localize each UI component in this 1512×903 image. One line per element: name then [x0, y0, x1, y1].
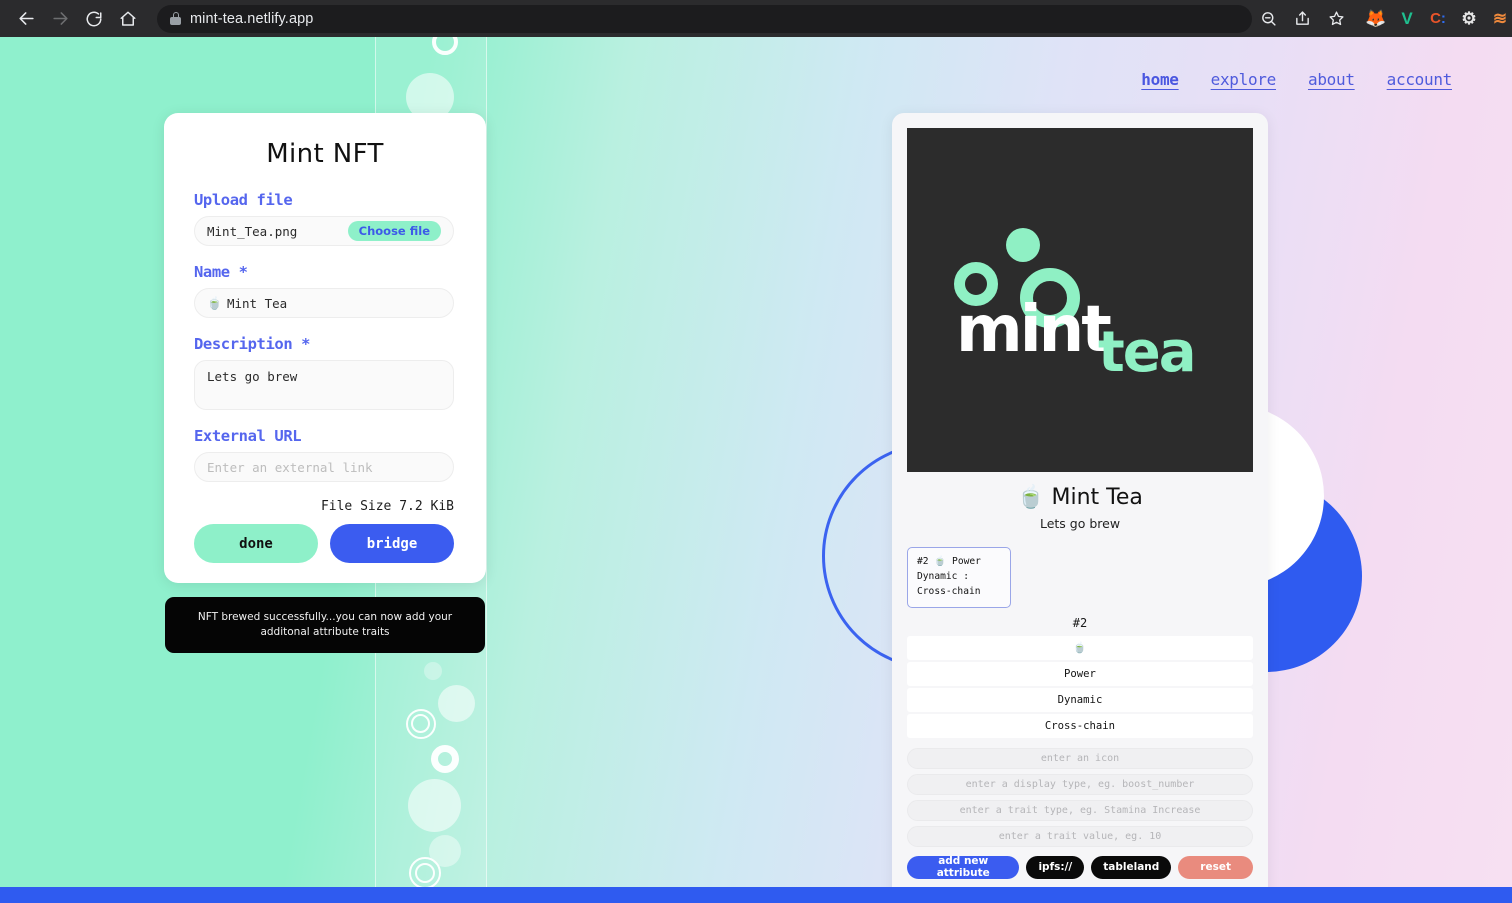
- nft-artwork: mint tea: [907, 128, 1253, 472]
- bubble-ring: [431, 745, 459, 773]
- preview-button-row: add new attribute ipfs:// tableland rese…: [907, 855, 1253, 879]
- extension-icons: 🦊 V C: ⚙ ≋ ⋮: [1362, 5, 1512, 33]
- nav-link-home[interactable]: home: [1141, 70, 1179, 89]
- screenshot-root: mint-tea.netlify.app 🦊 V C: ⚙ ≋ home exp…: [0, 0, 1512, 903]
- nav-link-account[interactable]: account: [1387, 70, 1453, 89]
- name-input[interactable]: 🍵 Mint Tea: [194, 288, 454, 318]
- icon-input[interactable]: enter an icon: [907, 747, 1253, 769]
- attribute-row-trait-value[interactable]: Cross-chain: [907, 713, 1253, 738]
- file-upload-field[interactable]: Mint_Tea.png Choose file: [194, 216, 454, 246]
- attribute-row-trait-type[interactable]: Power: [907, 661, 1253, 686]
- logo-word-tea: tea: [1098, 320, 1197, 385]
- logo-bubble-filled: [1006, 228, 1040, 262]
- c-extension-icon[interactable]: C:: [1424, 5, 1452, 33]
- zoom-out-icon[interactable]: [1252, 4, 1284, 34]
- reload-icon[interactable]: [78, 4, 110, 34]
- form-title: Mint NFT: [266, 139, 384, 169]
- new-attribute-inputs: enter an icon enter a display type, eg. …: [907, 747, 1253, 847]
- nft-description: Lets go brew: [1039, 516, 1121, 531]
- address-bar-url: mint-tea.netlify.app: [190, 10, 314, 27]
- nft-title-text: Mint Tea: [1051, 485, 1143, 510]
- attribute-summary-line-1: #2 🍵 Power: [917, 556, 981, 567]
- attribute-index-label: #2: [1072, 615, 1088, 630]
- tea-emoji-icon: 🍵: [207, 296, 222, 310]
- file-size-text: File Size 7.2 KiB: [320, 499, 454, 514]
- name-input-value: Mint Tea: [226, 295, 288, 311]
- done-button[interactable]: done: [194, 524, 318, 563]
- lock-icon: [170, 12, 181, 25]
- home-icon[interactable]: [112, 4, 144, 34]
- upload-file-label: Upload file: [194, 191, 293, 209]
- nav-link-explore[interactable]: explore: [1211, 70, 1277, 89]
- bubble-ring: [411, 714, 430, 733]
- form-button-row: done bridge: [194, 524, 454, 563]
- forward-arrow-icon[interactable]: [44, 4, 76, 34]
- toast-message: NFT brewed successfully...you can now ad…: [197, 610, 453, 638]
- external-url-input[interactable]: Enter an external link: [194, 452, 454, 482]
- bubble-fill: [438, 685, 475, 722]
- success-toast: NFT brewed successfully...you can now ad…: [165, 597, 485, 653]
- v-extension-icon[interactable]: V: [1393, 5, 1421, 33]
- external-url-placeholder: Enter an external link: [207, 459, 373, 475]
- attribute-summary-card[interactable]: #2 🍵 Power Dynamic : Cross-chain: [907, 547, 1011, 608]
- uploaded-file-name: Mint_Tea.png: [207, 223, 298, 239]
- address-bar[interactable]: mint-tea.netlify.app: [157, 4, 1252, 33]
- mint-nft-form-card: Mint NFT Upload file Mint_Tea.png Choose…: [164, 113, 486, 583]
- logo-word-mint: mint: [956, 293, 1112, 367]
- metamask-extension-icon[interactable]: 🦊: [1362, 5, 1390, 33]
- bubble-fill: [424, 662, 442, 680]
- attribute-summary-line-3: Cross-chain: [917, 585, 981, 597]
- bridge-button[interactable]: bridge: [330, 524, 454, 563]
- nav-link-about[interactable]: about: [1308, 70, 1355, 89]
- site-nav: home explore about account: [1141, 70, 1452, 89]
- mint-tea-logo: mint tea: [930, 220, 1230, 385]
- name-label: Name *: [194, 263, 248, 281]
- ipfs-button[interactable]: ipfs://: [1026, 855, 1085, 879]
- trait-type-input[interactable]: enter a trait type, eg. Stamina Increase: [907, 799, 1253, 821]
- attribute-row-display-type[interactable]: Dynamic: [907, 687, 1253, 712]
- trait-value-input[interactable]: enter a trait value, eg. 10: [907, 825, 1253, 847]
- bubble-ring: [432, 37, 458, 55]
- description-textarea[interactable]: Lets go brew: [194, 360, 454, 410]
- share-icon[interactable]: [1286, 4, 1318, 34]
- back-arrow-icon[interactable]: [10, 4, 42, 34]
- browser-toolbar: mint-tea.netlify.app 🦊 V C: ⚙ ≋: [0, 0, 1512, 37]
- squiggle-extension-icon[interactable]: ≋: [1486, 5, 1512, 33]
- tableland-button[interactable]: tableland: [1091, 855, 1172, 879]
- description-label: Description *: [194, 335, 311, 353]
- attribute-row-list: 🍵 Power Dynamic Cross-chain: [907, 635, 1253, 738]
- gear-extension-icon[interactable]: ⚙: [1455, 5, 1483, 33]
- attribute-row-icon[interactable]: 🍵: [907, 635, 1253, 660]
- toolbar-right-icons: 🦊 V C: ⚙ ≋ ⋮: [1252, 4, 1512, 34]
- nft-title: 🍵 Mint Tea: [907, 485, 1253, 510]
- page-viewport: home explore about account Mint NFT Uplo…: [0, 37, 1512, 903]
- description-value: Lets go brew: [207, 369, 298, 384]
- external-url-label: External URL: [194, 427, 302, 445]
- display-type-input[interactable]: enter a display type, eg. boost_number: [907, 773, 1253, 795]
- reset-button[interactable]: reset: [1178, 855, 1253, 879]
- nft-preview-card: mint tea 🍵 Mint Tea Lets go brew #2 🍵 Po…: [892, 113, 1268, 903]
- bottom-accent-bar: [0, 887, 1512, 903]
- nft-title-emoji: 🍵: [1017, 485, 1045, 510]
- browser-nav-buttons: [10, 4, 144, 34]
- attribute-summary-line-2: Dynamic :: [917, 570, 969, 582]
- star-icon[interactable]: [1320, 4, 1352, 34]
- bubble-fill: [408, 779, 461, 832]
- add-new-attribute-button[interactable]: add new attribute: [907, 855, 1020, 879]
- choose-file-button[interactable]: Choose file: [347, 221, 441, 241]
- bubble-ring: [415, 863, 435, 883]
